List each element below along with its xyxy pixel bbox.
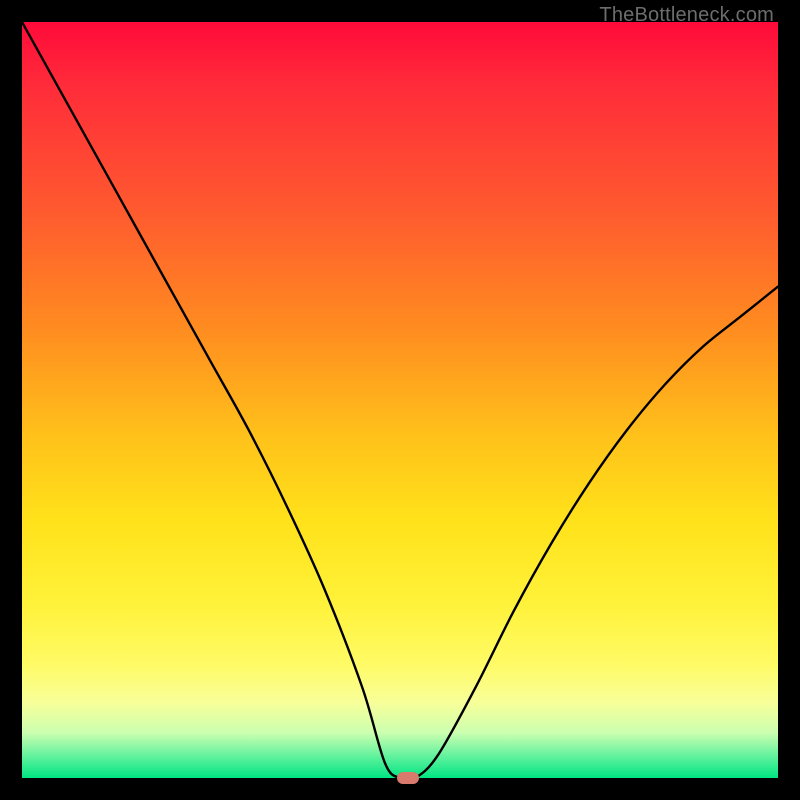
chart-plot-area: [22, 22, 778, 778]
chart-frame: TheBottleneck.com: [0, 0, 800, 800]
chart-svg: [22, 22, 778, 778]
optimum-marker: [397, 772, 419, 784]
bottleneck-curve-line: [22, 22, 778, 778]
